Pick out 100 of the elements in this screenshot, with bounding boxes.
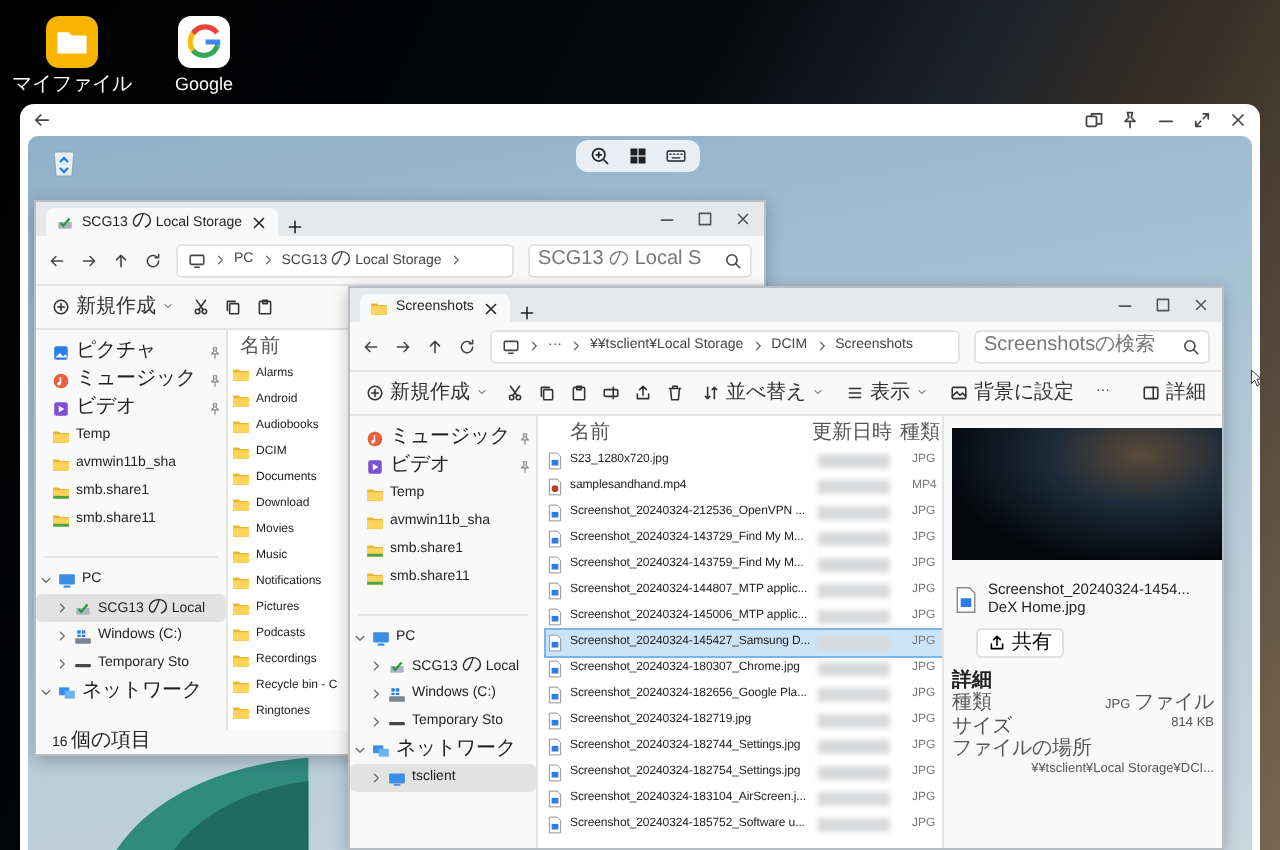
- chevron-icon: [449, 254, 462, 266]
- new-button[interactable]: 新規作成: [48, 293, 178, 321]
- folder-icon: [52, 455, 70, 473]
- keyboard-icon[interactable]: [665, 146, 686, 166]
- column-header[interactable]: 名前: [240, 336, 280, 360]
- cut-icon[interactable]: [506, 384, 524, 402]
- back-icon[interactable]: [32, 110, 52, 130]
- chevron-icon[interactable]: [370, 660, 382, 672]
- refresh-icon[interactable]: [458, 337, 476, 355]
- new-button[interactable]: 新規作成: [362, 379, 492, 407]
- chevron-icon[interactable]: [354, 632, 366, 644]
- close-icon[interactable]: [734, 210, 752, 228]
- chevron-icon[interactable]: [40, 574, 52, 586]
- column-header[interactable]: 種類: [900, 422, 942, 446]
- folder-icon: [232, 522, 250, 540]
- share-icon[interactable]: [634, 384, 652, 402]
- share-button[interactable]: 共有: [976, 628, 1064, 658]
- search-field[interactable]: SCG13 の Local S: [528, 243, 752, 277]
- tree-item[interactable]: ネットワーク: [36, 678, 226, 706]
- chevron-icon[interactable]: [56, 630, 68, 642]
- refresh-icon[interactable]: [144, 251, 162, 269]
- tree-item[interactable]: ネットワーク: [350, 736, 536, 764]
- chevron-icon[interactable]: [40, 686, 52, 698]
- maximize-icon[interactable]: [696, 210, 714, 228]
- blurred-date: [818, 688, 890, 702]
- shared-folder-icon: [52, 483, 70, 501]
- paste-icon[interactable]: [256, 298, 274, 316]
- delete-icon[interactable]: [666, 384, 684, 402]
- sidebar-item[interactable]: ビデオ: [350, 452, 536, 480]
- drive-icon: [74, 627, 92, 645]
- back-icon[interactable]: [362, 337, 380, 355]
- image-file-icon: [546, 504, 564, 522]
- set-background-button[interactable]: 背景に設定: [946, 379, 1078, 407]
- video-play-icon: [366, 457, 384, 475]
- app-label[interactable]: Google: [174, 74, 234, 96]
- maximize-icon[interactable]: [1192, 110, 1212, 130]
- chevron-icon: [214, 254, 226, 266]
- chevron-icon[interactable]: [370, 688, 382, 700]
- blurred-date: [818, 480, 890, 494]
- up-icon[interactable]: [426, 337, 444, 355]
- blurred-date: [818, 558, 890, 572]
- image-file-icon: [546, 556, 564, 574]
- app-icon[interactable]: [178, 16, 230, 68]
- column-header[interactable]: 更新日時: [812, 422, 900, 446]
- cut-icon[interactable]: [192, 298, 210, 316]
- maximize-icon[interactable]: [1154, 296, 1172, 314]
- image-file-icon: [546, 712, 564, 730]
- folder-icon: [366, 485, 384, 503]
- chevron-icon[interactable]: [370, 716, 382, 728]
- chevron-icon[interactable]: [354, 744, 366, 756]
- sidebar-item[interactable]: ミュージック: [36, 366, 226, 394]
- blurred-date: [818, 792, 890, 806]
- new-tab-icon[interactable]: [517, 304, 536, 322]
- shared-folder-icon: [366, 541, 384, 559]
- close-tab-icon[interactable]: [481, 299, 500, 317]
- forward-icon[interactable]: [394, 337, 412, 355]
- caret-icon: [476, 386, 488, 399]
- folder-app-icon[interactable]: [46, 16, 98, 68]
- rename-icon[interactable]: [602, 384, 620, 402]
- sidebar-item[interactable]: ミュージック: [350, 424, 536, 452]
- sidebar-item[interactable]: ビデオ: [36, 394, 226, 422]
- paste-icon[interactable]: [570, 384, 588, 402]
- search-field[interactable]: Screenshotsの検索: [974, 329, 1210, 363]
- back-icon[interactable]: [48, 251, 66, 269]
- sort-icon: [702, 383, 720, 402]
- blurred-date: [818, 766, 890, 780]
- column-header[interactable]: 名前: [546, 422, 812, 446]
- new-tab-icon[interactable]: [286, 218, 305, 236]
- view-button[interactable]: 表示: [842, 379, 932, 407]
- close-icon[interactable]: [1228, 110, 1248, 130]
- folder-icon: [232, 418, 250, 436]
- sidebar-item[interactable]: ピクチャ: [36, 338, 226, 366]
- folder-icon: [232, 704, 250, 722]
- forward-icon[interactable]: [80, 251, 98, 269]
- chevron-icon[interactable]: [56, 658, 68, 670]
- folder-icon: [232, 392, 250, 410]
- zoom-in-icon[interactable]: [590, 146, 611, 166]
- folder-icon: [232, 548, 250, 566]
- chevron-icon[interactable]: [56, 602, 68, 614]
- chevron-icon[interactable]: [370, 772, 382, 784]
- share-icon: [988, 634, 1006, 652]
- close-icon[interactable]: [1192, 296, 1210, 314]
- folder-icon: [366, 513, 384, 531]
- image-file-icon: [546, 452, 564, 470]
- blurred-date: [818, 532, 890, 546]
- up-icon[interactable]: [112, 251, 130, 269]
- image-file-icon: [546, 790, 564, 808]
- monitor-icon: [372, 629, 390, 647]
- pin-icon[interactable]: [1120, 110, 1140, 130]
- image-file-icon: [952, 584, 980, 616]
- copy-icon[interactable]: [224, 298, 242, 316]
- app-label[interactable]: マイファイル: [12, 74, 132, 96]
- window-mode-icon[interactable]: [1084, 110, 1104, 130]
- sort-button[interactable]: 並べ替え: [698, 379, 828, 407]
- music-note-icon: [366, 429, 384, 447]
- details-button[interactable]: 詳細: [1138, 379, 1210, 407]
- close-tab-icon[interactable]: [250, 213, 269, 231]
- details-pane-icon: [1142, 383, 1160, 402]
- copy-icon[interactable]: [538, 384, 556, 402]
- blurred-date: [818, 584, 890, 598]
